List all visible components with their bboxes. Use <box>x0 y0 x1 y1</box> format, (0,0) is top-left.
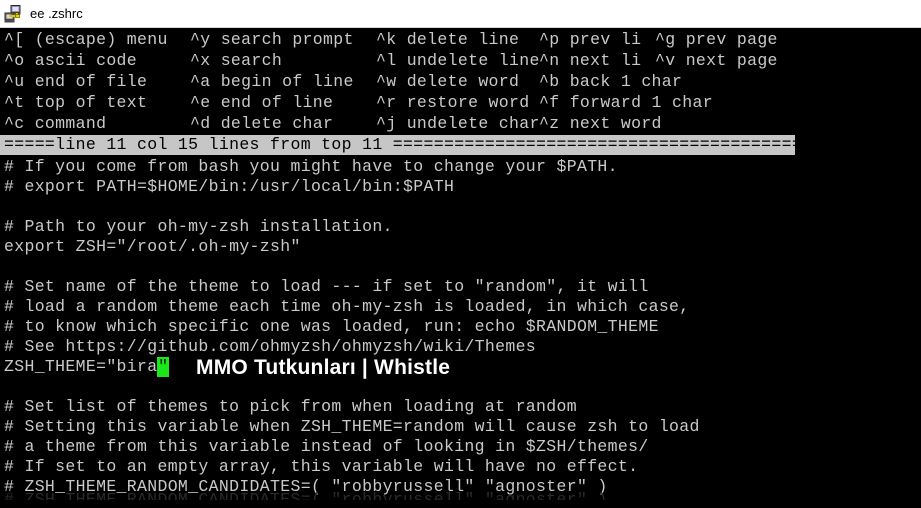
application-window: ee .zshrc ^[ (escape) menu ^y search pro… <box>0 0 921 508</box>
help-entry[interactable]: ^a begin of line <box>190 72 354 92</box>
help-entry[interactable]: ^v next page <box>655 51 778 71</box>
terminal-screen[interactable]: ^[ (escape) menu ^y search prompt ^k del… <box>0 28 921 508</box>
help-entry[interactable]: ^l undelete line <box>376 51 540 71</box>
help-entry[interactable]: ^n next li <box>539 51 641 71</box>
window-titlebar[interactable]: ee .zshrc <box>0 0 921 28</box>
network-computer-icon <box>4 4 24 24</box>
editor-line[interactable]: # a theme from this variable instead of … <box>4 437 649 457</box>
help-entry[interactable]: ^b back 1 char <box>539 72 682 92</box>
help-entry[interactable]: ^f forward 1 char <box>539 93 713 113</box>
editor-line[interactable]: # Setting this variable when ZSH_THEME=r… <box>4 417 700 437</box>
watermark-overlay: MMO Tutkunları | Whistle <box>196 356 451 379</box>
editor-line[interactable]: # If you come from bash you might have t… <box>4 157 618 177</box>
help-entry[interactable]: ^w delete word <box>376 72 519 92</box>
help-entry[interactable]: ^j undelete char <box>376 114 540 134</box>
help-entry[interactable]: ^d delete char <box>190 114 333 134</box>
help-entry[interactable]: ^e end of line <box>190 93 333 113</box>
help-entry[interactable]: ^u end of file <box>4 72 147 92</box>
help-entry[interactable]: ^z next word <box>539 114 662 134</box>
editor-line[interactable]: # Path to your oh-my-zsh installation. <box>4 217 393 237</box>
help-entry[interactable]: ^c command <box>4 114 106 134</box>
editor-line[interactable]: # Set name of the theme to load --- if s… <box>4 277 649 297</box>
help-entry[interactable]: ^p prev li <box>539 30 641 50</box>
help-entry[interactable]: ^t top of text <box>4 93 147 113</box>
editor-line-with-cursor[interactable]: ZSH_THEME="bira" <box>4 357 170 377</box>
editor-line[interactable]: # Set list of themes to pick from when l… <box>4 397 577 417</box>
editor-status-bar: =====line 11 col 15 lines from top 11 ==… <box>0 135 795 155</box>
editor-line[interactable]: # to know which specific one was loaded,… <box>4 317 659 337</box>
editor-line[interactable]: # If set to an empty array, this variabl… <box>4 457 638 477</box>
editor-line[interactable]: export ZSH="/root/.oh-my-zsh" <box>4 237 301 257</box>
help-entry[interactable]: ^k delete line <box>376 30 519 50</box>
help-entry[interactable]: ^y search prompt <box>190 30 354 50</box>
editor-line[interactable]: # export PATH=$HOME/bin:/usr/local/bin:$… <box>4 177 454 197</box>
help-entry[interactable]: ^g prev page <box>655 30 778 50</box>
editor-line[interactable]: # See https://github.com/ohmyzsh/ohmyzsh… <box>4 337 536 357</box>
editor-line-text-before-cursor: ZSH_THEME="bira <box>4 357 158 376</box>
help-entry[interactable]: ^x search <box>190 51 282 71</box>
window-title: ee .zshrc <box>30 6 83 21</box>
help-entry[interactable]: ^o ascii code <box>4 51 137 71</box>
editor-line-clipped: # ZSH_THEME_RANDOM_CANDIDATES=( "robbyru… <box>4 490 608 500</box>
help-entry[interactable]: ^[ (escape) menu <box>4 30 168 50</box>
text-cursor: " <box>157 357 170 377</box>
editor-line[interactable]: # load a random theme each time oh-my-zs… <box>4 297 690 317</box>
help-entry[interactable]: ^r restore word <box>376 93 529 113</box>
